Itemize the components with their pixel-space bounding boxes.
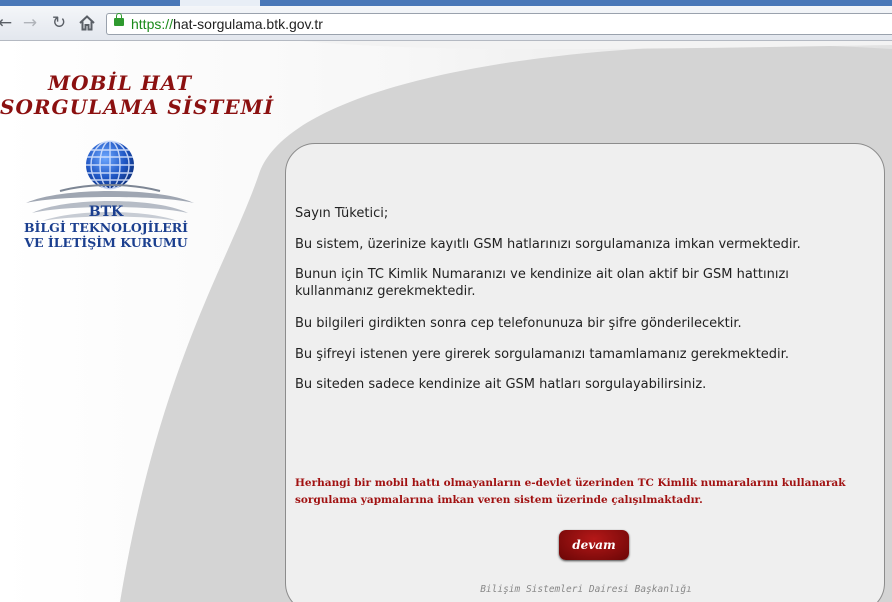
back-arrow-icon[interactable]: ←: [0, 12, 16, 34]
site-title-line1: MOBİL HAT: [47, 71, 193, 95]
site-title-line2: SORGULAMA SİSTEMİ: [0, 95, 275, 119]
forward-arrow-icon[interactable]: →: [19, 12, 41, 34]
lock-icon: [114, 13, 124, 26]
info-panel: Sayın Tüketici; Bu sistem, üzerinize kay…: [285, 143, 885, 602]
url-text: https://hat-sorgulama.btk.gov.tr: [131, 16, 323, 32]
info-paragraph-1: Bu sistem, üzerinize kayıtlı GSM hatları…: [295, 237, 801, 252]
logo-abbr: BTK: [88, 204, 124, 220]
warning-text: Herhangi bir mobil hattı olmayanların e-…: [295, 477, 846, 506]
info-paragraph-4: Bu şifreyi istenen yere girerek sorgulam…: [295, 347, 789, 362]
address-bar[interactable]: https://hat-sorgulama.btk.gov.tr: [106, 13, 892, 35]
home-icon[interactable]: [76, 12, 98, 34]
page-content: MOBİL HAT SORGULAMA SİSTEMİ BTK BİLGİ TE…: [0, 41, 892, 602]
url-host: hat-sorgulama.btk.gov.tr: [173, 16, 323, 32]
logo-line1: BİLGİ TEKNOLOJİLERİ: [23, 220, 189, 235]
reload-icon[interactable]: ↻: [48, 12, 70, 34]
logo-caption: BTK BİLGİ TEKNOLOJİLERİ VE İLETİŞİM KURU…: [0, 204, 212, 251]
greeting-text: Sayın Tüketici;: [295, 206, 389, 221]
footer-text: Bilişim Sistemleri Dairesi Başkanlığı: [480, 584, 692, 595]
browser-toolbar: ← → ↻ https://hat-sorgulama.btk.gov.tr: [0, 6, 892, 41]
logo-line2: VE İLETİŞİM KURUMU: [24, 235, 188, 250]
devam-button[interactable]: devam: [559, 530, 629, 560]
site-title: MOBİL HAT SORGULAMA SİSTEMİ: [0, 71, 275, 119]
info-paragraph-5: Bu siteden sadece kendinize ait GSM hatl…: [295, 377, 707, 392]
info-paragraph-3: Bu bilgileri girdikten sonra cep telefon…: [295, 316, 742, 331]
info-paragraph-2: Bunun için TC Kimlik Numaranızı ve kendi…: [295, 267, 789, 299]
url-scheme: https://: [131, 16, 174, 32]
